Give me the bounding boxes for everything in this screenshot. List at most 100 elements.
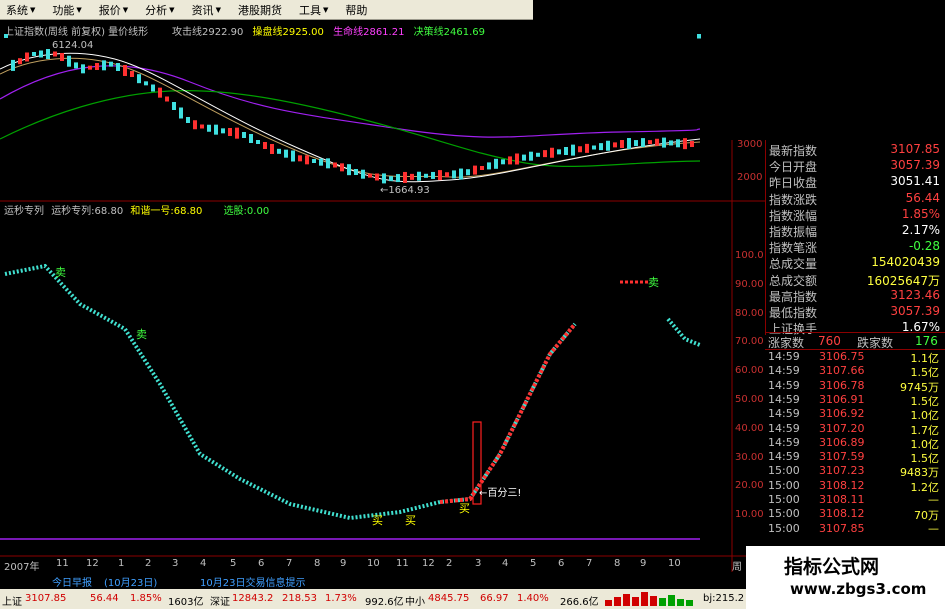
tick-row: 14:59 3107.20 1.7亿 bbox=[765, 422, 943, 437]
candle bbox=[557, 149, 561, 155]
menu-news[interactable]: 资讯 ▼ bbox=[186, 2, 232, 18]
yaxis-label: 3000 bbox=[737, 139, 763, 150]
quote-label: 最新指数 bbox=[769, 144, 818, 158]
tab-date[interactable]: (10月23日) bbox=[104, 574, 157, 589]
candle bbox=[326, 158, 330, 169]
quote-row: 指数涨幅 1.85% bbox=[766, 207, 944, 223]
tick-time: 14:59 bbox=[768, 435, 800, 449]
candle bbox=[242, 132, 246, 138]
candle bbox=[235, 127, 239, 139]
candle bbox=[179, 107, 183, 119]
indicator-he-value: 和谐一号:68.80 bbox=[130, 206, 203, 217]
candle bbox=[417, 171, 421, 181]
candle bbox=[508, 156, 512, 165]
tick-price: 3106.78 bbox=[819, 378, 865, 392]
high-marker: 6124.04 bbox=[52, 40, 94, 51]
quote-row: 今日开盘 3057.39 bbox=[766, 158, 944, 174]
xaxis-label: 11 bbox=[56, 558, 69, 569]
tick-price: 3107.23 bbox=[819, 464, 865, 478]
candle bbox=[690, 141, 694, 147]
menu-analysis[interactable]: 分析 ▼ bbox=[139, 2, 185, 18]
candle bbox=[102, 60, 106, 71]
tick-time: 14:59 bbox=[768, 364, 800, 378]
menu-help[interactable]: 帮助 bbox=[339, 2, 378, 18]
quote-label: 今日开盘 bbox=[769, 160, 818, 175]
tab-morning-report[interactable]: 今日早报 bbox=[52, 574, 92, 589]
candle bbox=[249, 134, 253, 143]
menu-label: 工具 bbox=[298, 3, 321, 17]
tick-time: 15:00 bbox=[768, 493, 800, 506]
tick-volume: — bbox=[928, 493, 939, 506]
xaxis-label: 1 bbox=[118, 558, 125, 569]
candle bbox=[361, 169, 365, 179]
xaxis-label: 4 bbox=[200, 558, 207, 569]
menu-tools[interactable]: 工具 ▼ bbox=[293, 2, 339, 18]
indicator-title: 运秒专列 运秒专列:68.80 和谐一号:68.80 选股:0.00 bbox=[4, 202, 269, 217]
candle bbox=[354, 169, 358, 175]
xaxis-unit-label: 周 bbox=[732, 562, 742, 573]
candle bbox=[172, 102, 176, 110]
candles bbox=[4, 34, 701, 184]
candle bbox=[277, 148, 281, 154]
menu-label: 帮助 bbox=[345, 3, 368, 17]
candle bbox=[137, 74, 141, 84]
menu-system[interactable]: 系统 ▼ bbox=[0, 2, 46, 18]
xaxis-label: 11 bbox=[396, 558, 409, 569]
yaxis-label: 30.00 bbox=[735, 451, 764, 463]
candle bbox=[368, 173, 372, 178]
candle bbox=[676, 139, 680, 148]
menu-quote[interactable]: 报价 ▼ bbox=[93, 2, 139, 18]
xaxis-label: 4 bbox=[502, 558, 509, 569]
chevron-down-icon: ▼ bbox=[30, 5, 36, 14]
yaxis-label: 50.00 bbox=[735, 394, 764, 405]
menu-hk-futures[interactable]: 港股期货 bbox=[232, 2, 293, 18]
signal-mark: 买 bbox=[372, 514, 383, 527]
candle bbox=[515, 153, 519, 165]
candle bbox=[620, 140, 624, 148]
tick-time: 14:59 bbox=[768, 350, 800, 363]
xaxis-label: 8 bbox=[314, 558, 321, 569]
tick-row: 14:59 3106.92 1.0亿 bbox=[765, 407, 943, 422]
quote-value: 56.44 bbox=[905, 190, 940, 205]
candle bbox=[662, 137, 666, 148]
xaxis-label: 12 bbox=[86, 558, 99, 569]
candle bbox=[263, 142, 267, 149]
candle bbox=[39, 50, 43, 58]
sz-value: 12843.2 bbox=[232, 593, 274, 604]
candle bbox=[592, 145, 596, 150]
quote-row: 昨日收盘 3051.41 bbox=[766, 174, 944, 190]
menu-function[interactable]: 功能 ▼ bbox=[46, 2, 92, 18]
candle bbox=[494, 158, 498, 169]
quote-row: 总成交额 16025647万 bbox=[766, 272, 944, 288]
yaxis-label: 90.00 bbox=[735, 278, 764, 290]
signal-mark: 卖 bbox=[648, 276, 659, 289]
candle bbox=[158, 87, 162, 98]
quote-label: 指数笔涨 bbox=[769, 241, 818, 256]
tick-time: 14:59 bbox=[768, 392, 800, 406]
candle bbox=[473, 165, 477, 175]
kline-chart[interactable] bbox=[0, 34, 765, 572]
indicator-series-value: 运秒专列:68.80 bbox=[51, 206, 124, 217]
zx-change: 66.97 bbox=[480, 593, 509, 604]
breadth-bar bbox=[677, 599, 684, 606]
breadth-row: 涨家数 760 跌家数 176 bbox=[765, 332, 945, 350]
quote-value: 3123.46 bbox=[890, 287, 940, 302]
candle bbox=[613, 142, 617, 148]
tab-trading-info[interactable]: 10月23日交易信息提示 bbox=[200, 574, 305, 589]
tick-price: 3108.12 bbox=[819, 478, 865, 492]
candle bbox=[634, 140, 638, 147]
candle bbox=[25, 52, 29, 62]
tick-price: 3106.89 bbox=[819, 435, 865, 449]
chevron-down-icon: ▼ bbox=[215, 5, 221, 14]
candle bbox=[648, 140, 652, 145]
yaxis-label: 70.00 bbox=[735, 336, 764, 348]
candle bbox=[221, 128, 225, 134]
candle bbox=[578, 146, 582, 153]
indicator-series bbox=[4, 263, 701, 521]
tick-price: 3106.91 bbox=[819, 392, 865, 406]
zx-percent: 1.40% bbox=[517, 593, 549, 604]
candle bbox=[53, 51, 57, 57]
sz-amount: 992.6亿 bbox=[365, 597, 404, 608]
xaxis-label: 6 bbox=[258, 558, 265, 569]
signal-mark: 买 bbox=[405, 514, 416, 527]
